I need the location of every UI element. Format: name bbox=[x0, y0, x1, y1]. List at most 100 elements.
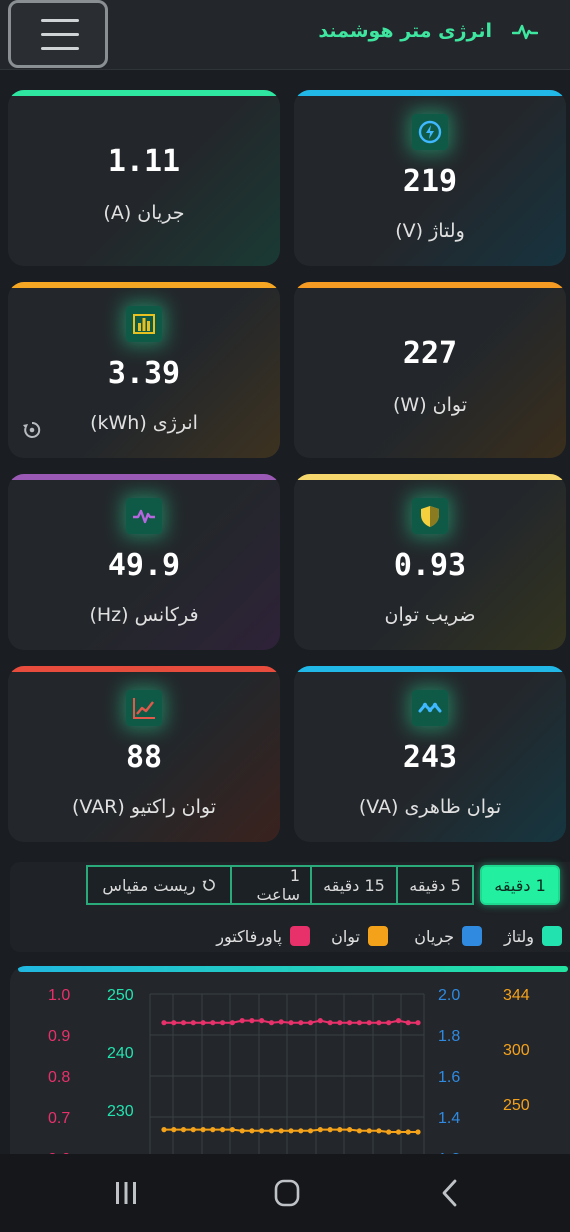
power-tick-label: 300 bbox=[503, 1042, 530, 1059]
power-data-point bbox=[376, 1128, 382, 1134]
voltage-tick-label: 250 bbox=[107, 987, 134, 1004]
shield-icon bbox=[412, 498, 448, 534]
current-tick-label: 1.6 bbox=[438, 1069, 460, 1086]
apparent-power-card: 243 توان ظاهری (VA) bbox=[294, 666, 566, 842]
energy-reset-icon[interactable] bbox=[22, 420, 42, 440]
power-factor-data-point bbox=[268, 1020, 275, 1026]
multi-axis-line-chart[interactable]: 1.00.90.80.70.62502402302.01.81.61.41.23… bbox=[10, 966, 570, 1166]
energy-value: 3.39 bbox=[107, 356, 181, 391]
power-factor-data-point bbox=[220, 1020, 226, 1026]
reactive-power-label: توان راکتیو (VAR) bbox=[71, 796, 216, 818]
voltage-value: 219 bbox=[402, 164, 458, 199]
home-icon[interactable] bbox=[267, 1178, 307, 1208]
menu-button[interactable] bbox=[8, 0, 108, 68]
power-data-point bbox=[249, 1128, 255, 1134]
card-accent bbox=[294, 90, 566, 96]
power-data-point bbox=[307, 1128, 314, 1134]
power-factor-data-point bbox=[405, 1020, 411, 1026]
current-value: 1.11 bbox=[107, 144, 181, 179]
current-card: 1.11 جریان (A) bbox=[8, 90, 280, 266]
tab-15-minutes[interactable]: 15 دقیقه bbox=[310, 865, 398, 905]
card-accent bbox=[294, 666, 566, 672]
app-header: انرژی متر هوشمند bbox=[0, 0, 570, 70]
legend-power[interactable]: توان bbox=[331, 925, 388, 947]
legend-voltage[interactable]: ولتاژ bbox=[504, 925, 562, 947]
power-factor-data-point bbox=[278, 1019, 284, 1025]
power-factor-card: 0.93 ضریب توان bbox=[294, 474, 566, 650]
power-factor-value: 0.93 bbox=[393, 548, 467, 583]
power-factor-data-point bbox=[298, 1020, 304, 1026]
card-accent bbox=[8, 90, 280, 96]
power-factor-data-point bbox=[317, 1018, 323, 1024]
app-title: انرژی متر هوشمند bbox=[318, 20, 492, 42]
hamburger-icon bbox=[41, 19, 79, 22]
legend-swatch bbox=[290, 926, 310, 946]
apparent-power-value: 243 bbox=[402, 740, 458, 775]
pulse-icon bbox=[512, 24, 538, 40]
power-card: 227 توان (W) bbox=[294, 282, 566, 458]
legend-swatch bbox=[462, 926, 482, 946]
apparent-power-label: توان ظاهری (VA) bbox=[358, 796, 502, 818]
power-factor-label: ضریب توان bbox=[384, 604, 476, 626]
power-data-point bbox=[327, 1127, 333, 1133]
tab-1-hour[interactable]: 1 ساعت bbox=[230, 865, 312, 905]
legend-swatch bbox=[542, 926, 562, 946]
voltage-label: ولتاژ (V) bbox=[395, 220, 465, 242]
power-data-point bbox=[386, 1129, 392, 1135]
power-data-point bbox=[298, 1128, 304, 1134]
voltage-card: 219 ولتاژ (V) bbox=[294, 90, 566, 266]
card-accent bbox=[294, 474, 566, 480]
hamburger-icon-line bbox=[41, 47, 79, 50]
legend-power-factor[interactable]: پاورفاکتور bbox=[216, 925, 310, 947]
power-data-point bbox=[171, 1127, 177, 1133]
power-data-point bbox=[415, 1129, 421, 1135]
pf-tick-label: 0.9 bbox=[48, 1028, 70, 1045]
power-factor-data-point bbox=[190, 1020, 196, 1026]
legend-label: ولتاژ bbox=[503, 926, 534, 946]
tab-1-minute[interactable]: 1 دقیقه bbox=[480, 865, 560, 905]
back-icon[interactable] bbox=[430, 1178, 470, 1208]
current-tick-label: 1.4 bbox=[438, 1110, 460, 1127]
power-factor-data-point bbox=[180, 1020, 187, 1026]
refresh-icon bbox=[202, 879, 215, 891]
power-factor-data-point bbox=[239, 1018, 245, 1024]
power-data-point bbox=[190, 1127, 196, 1133]
hamburger-icon-line bbox=[41, 33, 79, 36]
legend-current[interactable]: جریان bbox=[414, 925, 482, 947]
power-factor-data-point bbox=[210, 1020, 216, 1026]
pf-tick-label: 0.7 bbox=[48, 1110, 70, 1127]
card-accent bbox=[8, 282, 280, 288]
tab-5-minutes[interactable]: 5 دقیقه bbox=[396, 865, 474, 905]
power-data-point bbox=[278, 1128, 284, 1134]
power-factor-data-point bbox=[171, 1020, 177, 1026]
power-data-point bbox=[405, 1129, 411, 1135]
power-factor-data-point bbox=[200, 1020, 206, 1026]
chart-card: 1.00.90.80.70.62502402302.01.81.61.41.23… bbox=[10, 966, 570, 1166]
power-factor-data-point bbox=[161, 1020, 167, 1026]
frequency-card: 49.9 فرکانس (Hz) bbox=[8, 474, 280, 650]
power-factor-data-point bbox=[288, 1020, 294, 1026]
current-label: جریان (A) bbox=[103, 202, 185, 224]
power-factor-data-point bbox=[229, 1020, 235, 1026]
current-tick-label: 2.0 bbox=[438, 987, 460, 1004]
reset-scale-button[interactable]: ریست مقیاس bbox=[86, 865, 232, 905]
legend-label: پاورفاکتور bbox=[216, 926, 282, 946]
power-data-point bbox=[259, 1128, 265, 1134]
power-data-point bbox=[268, 1128, 275, 1134]
power-factor-data-point bbox=[415, 1020, 421, 1026]
power-factor-data-point bbox=[307, 1020, 314, 1026]
legend-label: توان bbox=[331, 926, 360, 946]
recent-apps-icon[interactable] bbox=[106, 1178, 146, 1208]
power-data-point bbox=[347, 1127, 353, 1133]
bar-chart-icon bbox=[126, 306, 162, 342]
power-label: توان (W) bbox=[392, 394, 467, 416]
power-data-point bbox=[395, 1129, 402, 1135]
power-factor-data-point bbox=[347, 1020, 353, 1026]
card-accent bbox=[294, 282, 566, 288]
power-factor-data-point bbox=[356, 1020, 362, 1026]
power-data-point bbox=[366, 1128, 372, 1134]
power-data-point bbox=[288, 1128, 294, 1134]
lightning-icon bbox=[412, 114, 448, 150]
power-tick-label: 344 bbox=[503, 987, 530, 1004]
power-factor-data-point bbox=[386, 1020, 392, 1026]
